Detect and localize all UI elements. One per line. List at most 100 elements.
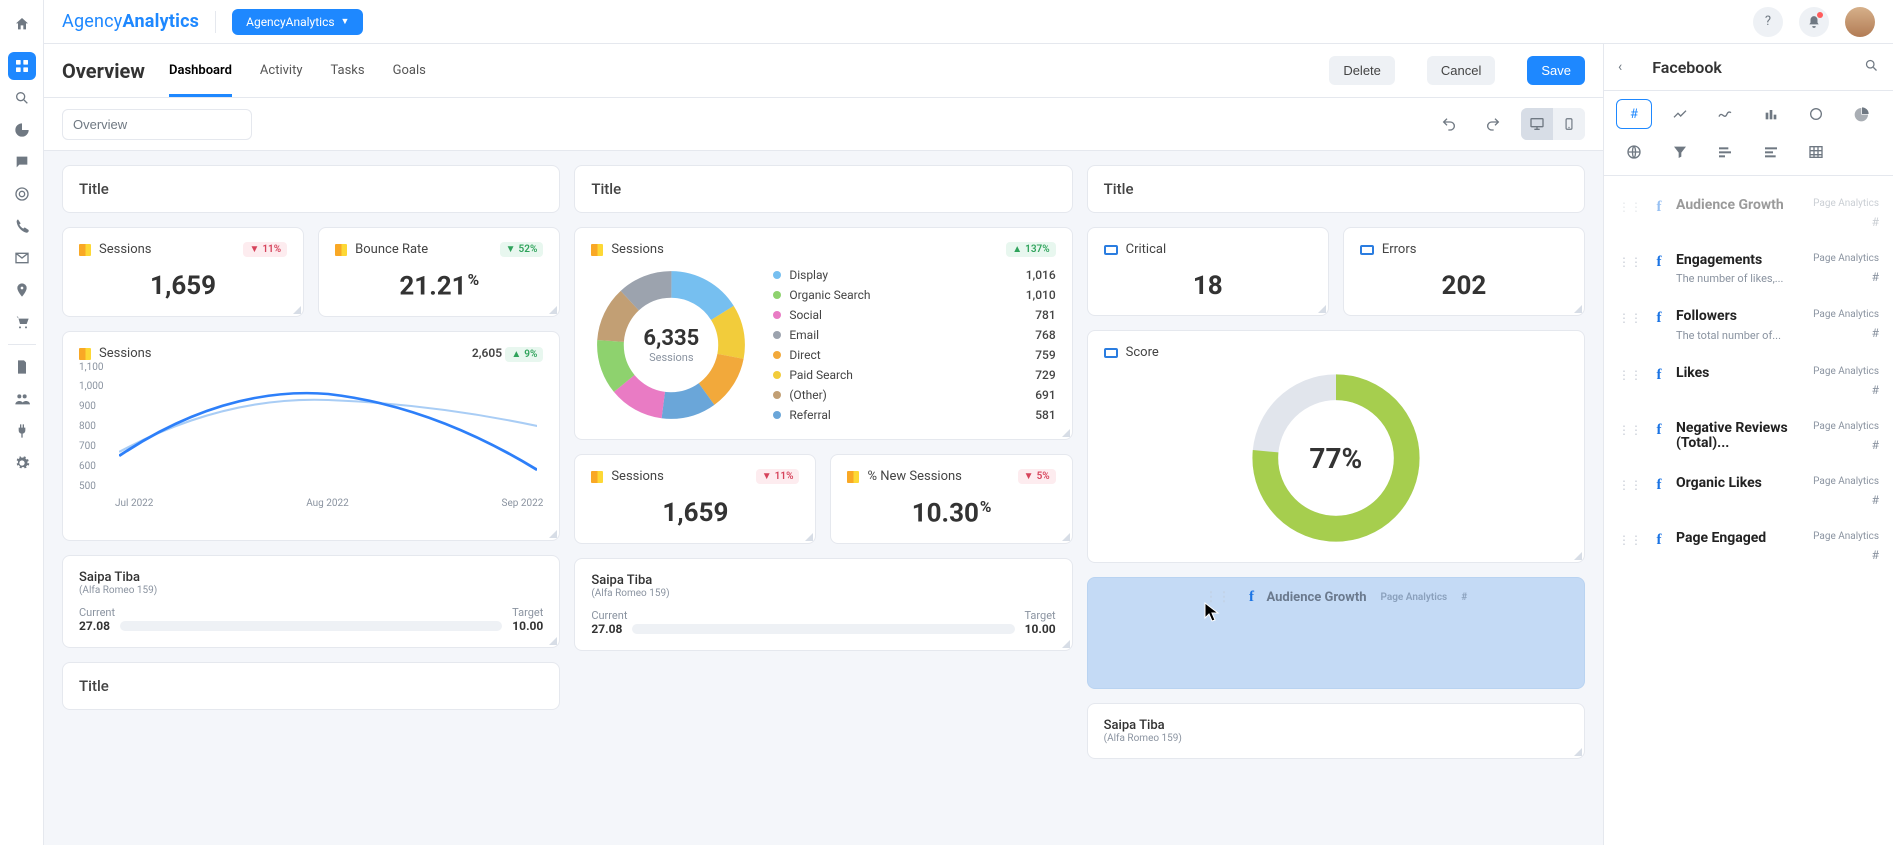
redo-icon[interactable] [1477,108,1509,140]
progress-card-1[interactable]: Saipa Tiba (Alfa Romeo 159) CurrentTarge… [62,555,560,648]
chip-table-icon[interactable] [1798,137,1834,167]
chip-globe-icon[interactable] [1616,137,1652,167]
rail-cart-icon[interactable] [8,308,36,336]
desktop-view-icon[interactable] [1521,108,1553,140]
chip-funnel-icon[interactable] [1662,137,1698,167]
rail-plug-icon[interactable] [8,417,36,445]
grip-icon: ⋮⋮ [1618,533,1642,547]
dashboard-canvas: Title Sessions ▼ 11% 1,659 Bounce Rate ▼ [44,151,1603,773]
section-title-1[interactable]: Title [62,165,560,213]
widget-item[interactable]: ⋮⋮fAudience GrowthPage Analytics# [1604,186,1893,241]
facebook-icon: f [1652,367,1666,384]
progress-bar [632,624,1014,634]
dashboard-name-input[interactable] [62,109,252,140]
analytics-icon [591,244,603,256]
rail-pin-icon[interactable] [8,276,36,304]
grip-icon: ⋮⋮ [1204,590,1230,605]
analytics-icon [591,471,603,483]
chip-circle-icon[interactable] [1798,99,1834,129]
section-title-2[interactable]: Title [574,165,1072,213]
widget-item[interactable]: ⋮⋮fNegative Reviews (Total)...Page Analy… [1604,409,1893,464]
mobile-view-icon[interactable] [1553,108,1585,140]
page-header: Overview Dashboard Activity Tasks Goals … [44,44,1603,98]
chip-stat-icon[interactable]: # [1616,99,1652,129]
progress-bar [120,621,502,631]
chip-sbar-icon[interactable] [1753,137,1789,167]
rail-home-icon[interactable] [8,10,36,38]
panel-back-icon[interactable]: ‹ [1618,59,1622,75]
nav-tabs: Dashboard Activity Tasks Goals [169,44,426,97]
section-title-bottom-1[interactable]: Title [62,662,560,710]
tab-tasks[interactable]: Tasks [330,44,364,97]
rail-dashboard-icon[interactable] [8,52,36,80]
undo-icon[interactable] [1433,108,1465,140]
score-card[interactable]: Score 77% [1087,330,1585,563]
widget-item[interactable]: ⋮⋮fOrganic LikesPage Analytics# [1604,464,1893,519]
grip-icon: ⋮⋮ [1618,311,1642,325]
tab-activity[interactable]: Activity [260,44,303,97]
errors-card[interactable]: Errors 202 [1343,227,1585,316]
rail-analytics-icon[interactable] [8,116,36,144]
grip-icon: ⋮⋮ [1618,423,1642,437]
rail-mail-icon[interactable] [8,244,36,272]
sessions-stat-card[interactable]: Sessions ▼ 11% 1,659 [62,227,304,317]
site-check-icon [1104,348,1118,358]
facebook-icon: f [1652,532,1666,549]
brand-logo[interactable]: AgencyAnalytics [62,11,199,32]
device-toggle [1521,108,1585,140]
cancel-button[interactable]: Cancel [1427,56,1495,85]
facebook-icon: f [1652,199,1666,216]
progress-card-2[interactable]: Saipa Tiba (Alfa Romeo 159) CurrentTarge… [574,558,1072,651]
delete-button[interactable]: Delete [1329,56,1395,85]
section-title-3[interactable]: Title [1087,165,1585,213]
sessions-line-chart-card[interactable]: Sessions 2,605 ▲ 9% 1,1001,0009008007006… [62,331,560,541]
help-icon[interactable]: ? [1753,7,1783,37]
rail-doc-icon[interactable] [8,353,36,381]
chip-line-icon[interactable] [1662,99,1698,129]
tab-dashboard[interactable]: Dashboard [169,44,232,97]
widget-drop-ghost[interactable]: ⋮⋮ f Audience Growth Page Analytics # [1087,577,1585,689]
chip-pie-icon[interactable] [1844,99,1880,129]
new-sessions-card[interactable]: % New Sessions ▼ 5% 10.30% [830,454,1072,544]
grip-icon: ⋮⋮ [1618,478,1642,492]
panel-search-icon[interactable] [1864,58,1879,77]
site-check-icon [1360,245,1374,255]
facebook-icon: f [1652,477,1666,494]
sessions-stat-card-2[interactable]: Sessions ▼ 11% 1,659 [574,454,816,544]
rail-phone-icon[interactable] [8,212,36,240]
chip-bar-icon[interactable] [1753,99,1789,129]
sessions-donut-card[interactable]: Sessions ▲ 137% [574,227,1072,440]
bottom-item-card[interactable]: Saipa Tiba (Alfa Romeo 159) [1087,703,1585,759]
facebook-icon: f [1652,310,1666,327]
widget-item[interactable]: ⋮⋮fPage EngagedPage Analytics# [1604,519,1893,574]
notification-icon[interactable] [1799,7,1829,37]
delta-badge: ▼ 11% [243,242,287,257]
rail-settings-icon[interactable] [8,449,36,477]
analytics-icon [335,244,347,256]
toolbar [44,98,1603,151]
score-gauge: 77% [1246,368,1426,548]
widget-item[interactable]: ⋮⋮fFollowersThe total number of...Page A… [1604,297,1893,353]
left-rail [0,0,44,845]
bounce-rate-card[interactable]: Bounce Rate ▼ 52% 21.21% [318,227,560,317]
sessions-donut-chart: 6,335Sessions [591,265,751,425]
rail-users-icon[interactable] [8,385,36,413]
analytics-icon [847,471,859,483]
user-avatar[interactable] [1845,7,1875,37]
widget-item[interactable]: ⋮⋮fLikesPage Analytics# [1604,354,1893,409]
chip-smooth-icon[interactable] [1707,99,1743,129]
widget-item[interactable]: ⋮⋮fEngagementsThe number of likes,...Pag… [1604,241,1893,297]
tab-goals[interactable]: Goals [393,44,426,97]
rail-search-icon[interactable] [8,84,36,112]
rail-chat-icon[interactable] [8,148,36,176]
critical-card[interactable]: Critical 18 [1087,227,1329,316]
site-check-icon [1104,245,1118,255]
rail-target-icon[interactable] [8,180,36,208]
chip-hbar-icon[interactable] [1707,137,1743,167]
save-button[interactable]: Save [1527,56,1585,85]
workspace-selector[interactable]: AgencyAnalytics▼ [232,9,363,35]
sessions-line-chart: 1,1001,000900800700600500 Jul 2022Aug 20… [79,362,543,532]
facebook-icon: f [1652,254,1666,271]
analytics-icon [79,348,91,360]
grip-icon: ⋮⋮ [1618,368,1642,382]
